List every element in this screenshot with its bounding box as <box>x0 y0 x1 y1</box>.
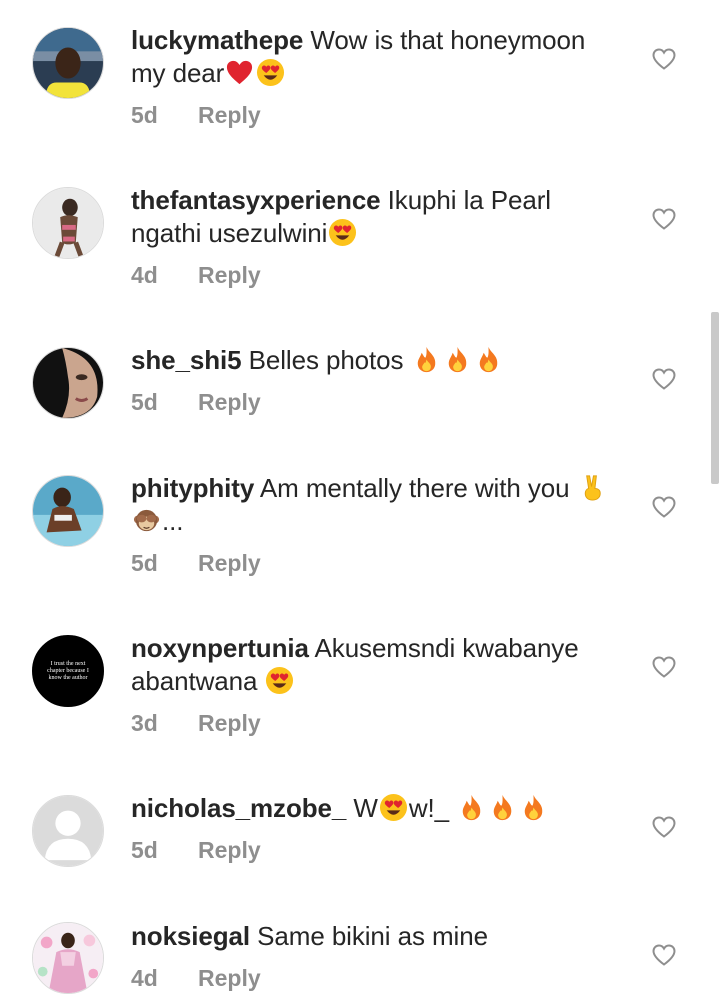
comment-meta: 5d Reply <box>131 389 261 416</box>
heart-eyes-emoji-icon <box>328 218 357 247</box>
comment-username[interactable]: noxynpertunia <box>131 633 309 663</box>
comment-text: nicholas_mzobe_ Ww!_ <box>131 792 626 825</box>
comment-meta: 4d Reply <box>131 965 261 992</box>
reply-button[interactable]: Reply <box>198 965 261 992</box>
scrollbar[interactable] <box>711 312 719 484</box>
fire-emoji-icon <box>443 345 472 374</box>
comment-body-part-2: w!_ <box>408 793 449 823</box>
avatar[interactable] <box>32 922 104 994</box>
heart-outline-icon[interactable] <box>652 496 676 518</box>
comment-body: Same bikini as mine <box>257 921 488 951</box>
reply-button[interactable]: Reply <box>198 550 261 577</box>
fire-emoji-icon <box>474 345 503 374</box>
heart-eyes-emoji-icon <box>256 58 285 87</box>
comment-body-part-1: W <box>353 793 378 823</box>
comment-text: noksiegal Same bikini as mine <box>131 920 626 953</box>
avatar[interactable] <box>32 347 104 419</box>
victory-hand-emoji-icon <box>578 473 607 502</box>
heart-eyes-emoji-icon <box>379 793 408 822</box>
heart-outline-icon[interactable] <box>652 944 676 966</box>
comment-username[interactable]: noksiegal <box>131 921 250 951</box>
reply-button[interactable]: Reply <box>198 837 261 864</box>
comment-text: phityphity Am mentally there with you ..… <box>131 472 626 538</box>
reply-button[interactable]: Reply <box>198 262 261 289</box>
comment-time: 4d <box>131 262 158 288</box>
comment-meta: 4d Reply <box>131 262 261 289</box>
comment-time: 5d <box>131 550 158 576</box>
heart-eyes-emoji-icon <box>265 666 294 695</box>
comment-meta: 3d Reply <box>131 710 261 737</box>
fire-emoji-icon <box>412 345 441 374</box>
avatar[interactable] <box>32 475 104 547</box>
reply-button[interactable]: Reply <box>198 389 261 416</box>
heart-outline-icon[interactable] <box>652 816 676 838</box>
avatar[interactable] <box>32 27 104 99</box>
comment-body-suffix: ... <box>162 506 184 536</box>
heart-outline-icon[interactable] <box>652 48 676 70</box>
comment-username[interactable]: she_shi5 <box>131 345 242 375</box>
red-heart-icon <box>225 58 254 87</box>
comment-time: 4d <box>131 965 158 991</box>
comment-time: 5d <box>131 102 158 128</box>
see-no-evil-monkey-emoji-icon <box>132 506 161 535</box>
comment-meta: 5d Reply <box>131 550 261 577</box>
comment-body: Belles photos <box>248 345 404 375</box>
comment-username[interactable]: nicholas_mzobe_ <box>131 793 346 823</box>
heart-outline-icon[interactable] <box>652 656 676 678</box>
comment-text: she_shi5 Belles photos <box>131 344 626 377</box>
comment-meta: 5d Reply <box>131 837 261 864</box>
avatar[interactable]: I trust the next chapter because I know … <box>32 635 104 707</box>
fire-emoji-icon <box>519 793 548 822</box>
comment-time: 3d <box>131 710 158 736</box>
avatar[interactable] <box>32 187 104 259</box>
reply-button[interactable]: Reply <box>198 710 261 737</box>
comment-time: 5d <box>131 837 158 863</box>
comment-username[interactable]: phityphity <box>131 473 254 503</box>
comment-time: 5d <box>131 389 158 415</box>
reply-button[interactable]: Reply <box>198 102 261 129</box>
comment-username[interactable]: luckymathepe <box>131 25 303 55</box>
fire-emoji-icon <box>457 793 486 822</box>
avatar[interactable] <box>32 795 104 867</box>
comment-username[interactable]: thefantasyxperience <box>131 185 381 215</box>
comment-text: luckymathepe Wow is that honeymoon my de… <box>131 24 626 90</box>
comment-text: noxynpertunia Akusemsndi kwabanye abantw… <box>131 632 626 698</box>
fire-emoji-icon <box>488 793 517 822</box>
heart-outline-icon[interactable] <box>652 208 676 230</box>
heart-outline-icon[interactable] <box>652 368 676 390</box>
avatar-quote-text: I trust the next chapter because I know … <box>47 660 89 681</box>
comment-text: thefantasyxperience Ikuphi la Pearl ngat… <box>131 184 626 250</box>
comment-meta: 5d Reply <box>131 102 261 129</box>
comment-body: Am mentally there with you <box>259 473 570 503</box>
